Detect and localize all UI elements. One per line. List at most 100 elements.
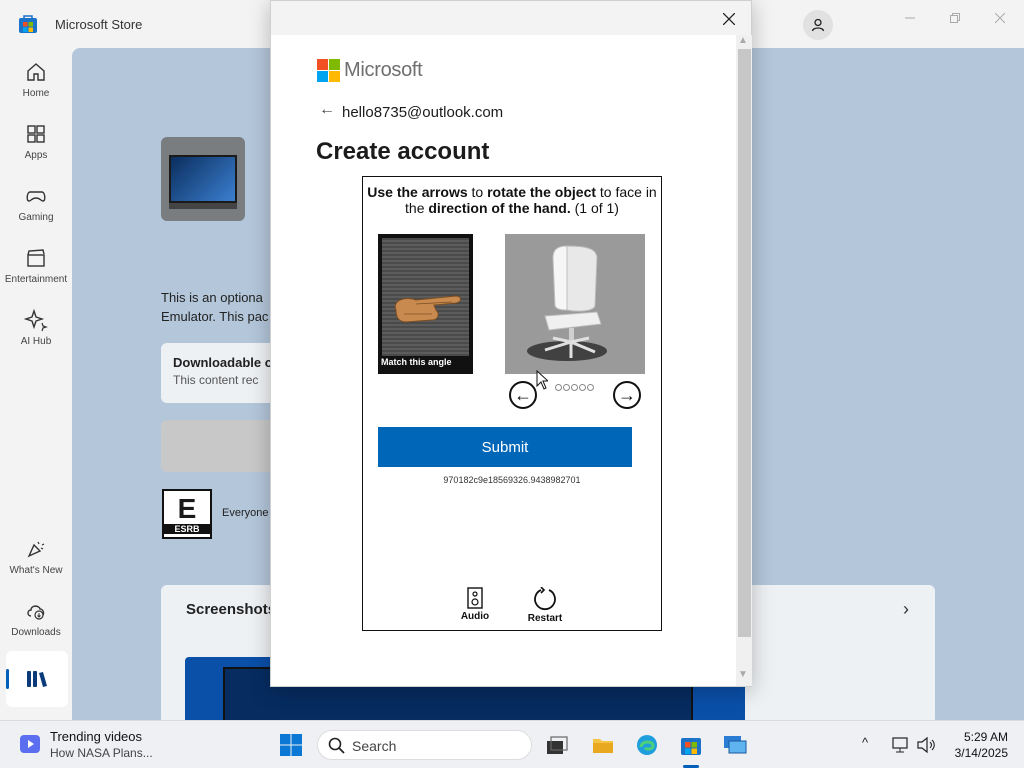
restart-icon bbox=[534, 587, 556, 610]
close-icon bbox=[723, 13, 735, 25]
restart-label: Restart bbox=[527, 613, 563, 624]
description-line: Emulator. This pac bbox=[161, 309, 269, 324]
system-clock[interactable]: 5:29 AM 3/14/2025 bbox=[938, 729, 1008, 761]
restore-icon bbox=[950, 13, 960, 23]
store-title: Microsoft Store bbox=[55, 17, 143, 32]
minimize-icon bbox=[905, 17, 915, 19]
progress-dot bbox=[571, 384, 578, 391]
sidebar-item-label: Apps bbox=[24, 150, 48, 161]
library-icon bbox=[27, 671, 47, 687]
minimize-button[interactable] bbox=[890, 6, 930, 30]
product-thumbnail bbox=[161, 137, 245, 221]
widget-title[interactable]: Trending videos bbox=[50, 729, 142, 744]
search-icon bbox=[328, 737, 345, 754]
sidebar-item-downloads[interactable]: Downloads bbox=[0, 587, 72, 647]
product-description: This is an optiona Emulator. This pac bbox=[161, 288, 281, 326]
esrb-letter: E bbox=[177, 493, 197, 524]
entertainment-icon bbox=[27, 249, 45, 267]
store-logo-icon bbox=[19, 15, 37, 33]
windows-start-icon[interactable] bbox=[279, 733, 303, 757]
search-placeholder: Search bbox=[352, 738, 397, 754]
sidebar-item-library[interactable] bbox=[6, 651, 68, 707]
progress-dot bbox=[563, 384, 570, 391]
scroll-up-icon[interactable]: ▲ bbox=[738, 35, 748, 46]
apps-icon bbox=[27, 125, 45, 143]
instruction-part: Use the arrows bbox=[367, 184, 468, 200]
sidebar-item-apps[interactable]: Apps bbox=[0, 110, 72, 170]
task-view-icon[interactable] bbox=[545, 733, 569, 757]
file-explorer-icon[interactable] bbox=[591, 733, 615, 757]
captcha-frame: Use the arrows to rotate the object to f… bbox=[362, 176, 662, 631]
instruction-part: rotate the object bbox=[487, 184, 597, 200]
sidebar-item-home[interactable]: Home bbox=[0, 48, 72, 108]
remote-desktop-icon[interactable] bbox=[723, 733, 747, 757]
mouse-cursor-icon bbox=[536, 370, 548, 390]
sidebar-item-label: Entertainment bbox=[4, 274, 68, 285]
network-icon[interactable] bbox=[891, 735, 911, 755]
audio-label: Audio bbox=[460, 611, 490, 622]
instruction-part: direction of the hand. bbox=[428, 200, 571, 216]
edge-browser-icon[interactable] bbox=[635, 733, 659, 757]
sidebar-item-label: Gaming bbox=[18, 212, 54, 223]
dialog-close-button[interactable] bbox=[719, 9, 739, 29]
microsoft-store-icon[interactable] bbox=[679, 733, 703, 757]
close-icon bbox=[995, 13, 1005, 23]
submit-button[interactable]: Submit bbox=[378, 427, 632, 467]
video-play-icon[interactable] bbox=[20, 735, 40, 753]
arrow-left-icon: ← bbox=[514, 384, 532, 405]
audio-button[interactable]: Audio bbox=[450, 587, 500, 622]
progress-dots bbox=[555, 378, 595, 396]
whats-new-icon bbox=[27, 541, 45, 558]
page-title: Create account bbox=[316, 138, 490, 165]
rating-text: Everyone bbox=[222, 507, 269, 519]
progress-dot bbox=[587, 384, 594, 391]
instruction-part: to bbox=[467, 184, 488, 200]
rotatable-object-image bbox=[505, 234, 645, 374]
pointing-hand-icon bbox=[394, 295, 461, 323]
sidebar-item-label: What's New bbox=[9, 565, 63, 576]
microsoft-wordmark: Microsoft bbox=[344, 59, 423, 81]
sidebar-item-whats-new[interactable]: What's New bbox=[0, 525, 72, 585]
screenshots-title: Screenshots bbox=[186, 601, 277, 618]
create-account-dialog: ▲ ▼ Microsoft ← hello8735@outlook.com Cr… bbox=[270, 0, 752, 687]
description-line: This is an optiona bbox=[161, 290, 263, 305]
restart-button[interactable]: Restart bbox=[520, 587, 570, 624]
esrb-rating-badge: E ESRB bbox=[162, 489, 212, 539]
microsoft-logo-icon bbox=[317, 59, 340, 82]
esrb-word: ESRB bbox=[164, 524, 210, 534]
widget-subtitle[interactable]: How NASA Plans... bbox=[50, 746, 153, 760]
account-email: hello8735@outlook.com bbox=[342, 104, 504, 121]
sidebar-item-ai-hub[interactable]: AI Hub bbox=[0, 296, 72, 356]
sidebar-item-entertainment[interactable]: Entertainment bbox=[0, 234, 72, 294]
user-icon bbox=[811, 18, 825, 32]
back-arrow-icon[interactable]: ← bbox=[319, 101, 335, 119]
progress-dot bbox=[555, 384, 562, 391]
close-window-button[interactable] bbox=[980, 6, 1020, 30]
scroll-down-icon[interactable]: ▼ bbox=[738, 669, 748, 680]
speaker-icon bbox=[467, 587, 483, 609]
ai-hub-icon bbox=[24, 308, 48, 332]
volume-icon[interactable] bbox=[916, 735, 936, 755]
scrollbar-thumb[interactable] bbox=[738, 49, 751, 637]
dialog-header bbox=[271, 1, 751, 35]
sidebar-item-label: Downloads bbox=[11, 627, 61, 638]
taskbar: Trending videos How NASA Plans... Search… bbox=[0, 720, 1024, 768]
rotate-left-button[interactable]: ← bbox=[509, 381, 537, 409]
rotate-right-button[interactable]: → bbox=[613, 381, 641, 409]
home-icon bbox=[27, 63, 45, 81]
sidebar-item-label: AI Hub bbox=[20, 336, 52, 347]
gaming-icon bbox=[26, 191, 46, 202]
sidebar-nav: Home Apps Gaming Entertainment AI Hub Wh… bbox=[0, 48, 72, 720]
instruction-part: (1 of 1) bbox=[570, 200, 619, 216]
chevron-right-icon[interactable]: › bbox=[903, 599, 909, 620]
session-id: 970182c9e18569326.9438982701 bbox=[443, 475, 581, 485]
match-angle-caption: Match this angle bbox=[381, 357, 452, 367]
sidebar-item-gaming[interactable]: Gaming bbox=[0, 172, 72, 232]
clock-date: 3/14/2025 bbox=[954, 746, 1008, 760]
chevron-up-icon[interactable]: ^ bbox=[862, 735, 868, 750]
taskbar-search[interactable]: Search bbox=[317, 730, 532, 760]
reference-hand-image: Match this angle bbox=[378, 234, 473, 374]
clock-time: 5:29 AM bbox=[963, 730, 1008, 744]
profile-button[interactable] bbox=[803, 10, 833, 40]
restore-button[interactable] bbox=[935, 6, 975, 30]
